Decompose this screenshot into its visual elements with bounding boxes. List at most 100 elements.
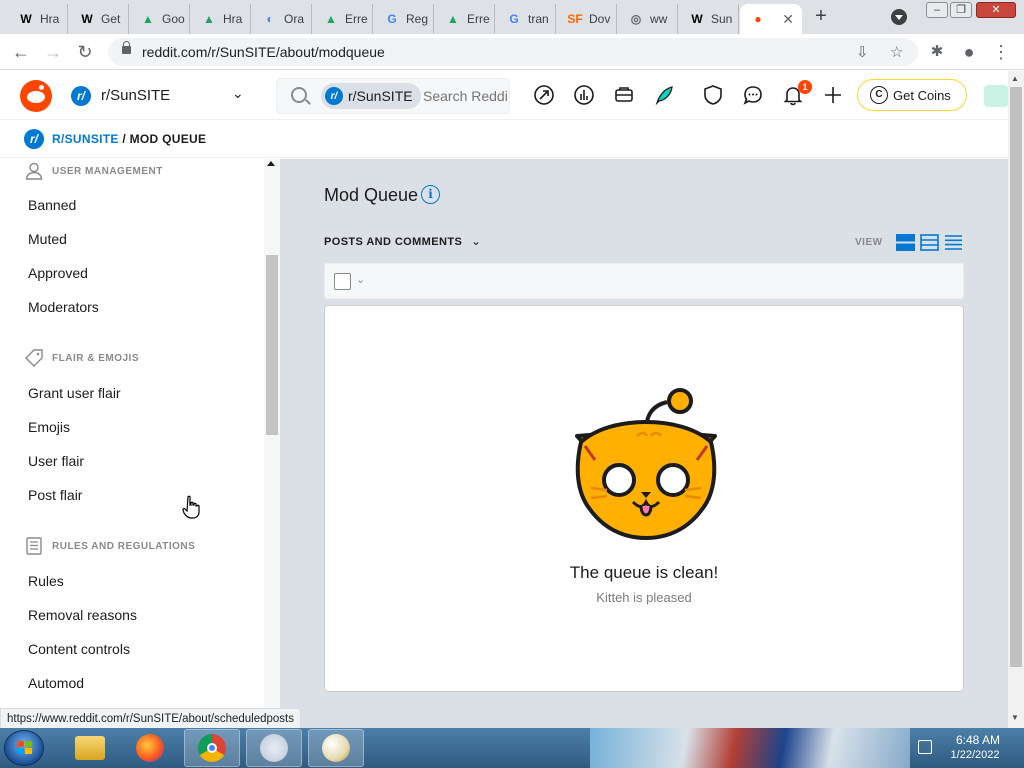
browser-tab[interactable]: SF Dov (557, 4, 617, 34)
chevron-down-icon[interactable]: ⌄ (356, 273, 365, 286)
clock-date[interactable]: 1/22/2022 (942, 749, 1008, 761)
chrome-menu-icon[interactable]: ⋮ (990, 42, 1012, 62)
browser-tab[interactable]: W Hra (8, 4, 68, 34)
sidebar-item-emojis[interactable]: Emojis (28, 419, 70, 435)
reload-icon[interactable]: ↻ (74, 42, 96, 62)
browser-tab[interactable]: Gtran (496, 4, 556, 34)
sidebar-item-removal-reasons[interactable]: Removal reasons (28, 607, 137, 623)
mod-queue-main: Mod Queue i POSTS AND COMMENTS ⌄ VIEW ⌄ (280, 159, 1008, 729)
sidebar-item-automod[interactable]: Automod (28, 675, 84, 691)
search-box[interactable]: r/ r/SunSITE (276, 78, 510, 114)
user-avatar[interactable] (984, 85, 1008, 107)
browser-tab[interactable]: ● ✕ (740, 4, 802, 34)
browser-tab[interactable]: ▲ Hra (191, 4, 251, 34)
browser-tab[interactable]: ◎ ww (618, 4, 678, 34)
sidebar-item-post-flair[interactable]: Post flair (28, 487, 82, 503)
browser-tab[interactable]: G Reg (374, 4, 434, 34)
network-icon[interactable] (918, 740, 932, 754)
card-view-icon[interactable] (896, 234, 915, 251)
bookmark-star-icon[interactable]: ☆ (890, 43, 903, 61)
select-all-checkbox[interactable] (334, 273, 351, 290)
chevron-down-icon[interactable]: ⌄ (232, 85, 244, 102)
tab-search-icon[interactable] (891, 9, 907, 25)
info-icon[interactable]: i (421, 185, 440, 204)
close-tab-icon[interactable]: ✕ (782, 11, 794, 28)
browser-tab[interactable]: ▲ Erre (313, 4, 373, 34)
profile-icon[interactable]: ● (958, 42, 980, 62)
empty-state-title: The queue is clean! (569, 563, 719, 582)
back-icon[interactable]: ← (10, 42, 32, 62)
file-explorer-taskbar-icon[interactable] (62, 729, 118, 767)
chrome-taskbar-icon[interactable] (184, 729, 240, 767)
chevron-down-icon[interactable]: ⌄ (471, 234, 481, 248)
close-window-button[interactable]: ✕ (976, 2, 1016, 18)
mod-tools-icon[interactable] (613, 84, 635, 106)
restore-button[interactable]: ❐ (950, 2, 972, 18)
popular-icon[interactable] (533, 84, 555, 106)
windows-start-button[interactable] (4, 730, 44, 766)
page-scrollbar[interactable]: ▲ ▼ (1008, 71, 1024, 728)
scroll-up-arrow-icon[interactable]: ▲ (1011, 74, 1019, 83)
search-input[interactable] (423, 88, 507, 104)
sidebar-item-banned[interactable]: Banned (28, 197, 76, 213)
tab-title: Get (101, 12, 121, 26)
forward-icon[interactable]: → (42, 42, 64, 62)
url-text[interactable]: reddit.com/r/SunSITE/about/modqueue (142, 44, 385, 60)
paint-taskbar-icon[interactable] (308, 729, 364, 767)
reddit-icon: ● (754, 12, 762, 26)
sidebar-scrollbar-thumb[interactable] (266, 255, 278, 435)
search-icon (291, 87, 307, 103)
browser-tab[interactable]: W Get (69, 4, 129, 34)
scroll-down-arrow-icon[interactable]: ▼ (1011, 713, 1019, 722)
lock-icon[interactable] (122, 41, 131, 54)
page-scrollbar-thumb[interactable] (1010, 87, 1022, 667)
omnibox[interactable]: reddit.com/r/SunSITE/about/modqueue ⇩ ☆ (108, 38, 918, 66)
compact-view-icon[interactable] (944, 234, 963, 251)
clock-time[interactable]: 6:48 AM (948, 733, 1008, 747)
google-icon: G (509, 12, 519, 26)
install-app-icon[interactable]: ⇩ (856, 43, 869, 61)
quill-icon[interactable] (653, 84, 675, 106)
sidebar-item-content-controls[interactable]: Content controls (28, 641, 130, 657)
browser-tab[interactable]: ▲ Goo (130, 4, 190, 34)
tab-title: Goo (162, 12, 185, 26)
google-drive-icon: ▲ (142, 12, 154, 26)
new-tab-button[interactable]: + (810, 6, 832, 28)
breadcrumb-community-link[interactable]: R/SUNSITE (52, 132, 119, 146)
community-icon[interactable]: r/ (24, 129, 44, 149)
snipping-tool-taskbar-icon[interactable] (246, 729, 302, 767)
scroll-up-arrow-icon[interactable] (267, 161, 275, 166)
sidebar-item-grant-user-flair[interactable]: Grant user flair (28, 385, 121, 401)
sidebar-item-rules[interactable]: Rules (28, 573, 64, 589)
browser-tab-strip: W Hra W Get ▲ Goo ▲ Hra ◐ Ora ▲ Erre G Reg ▲ Erre Gtran S… (0, 0, 1024, 34)
community-icon[interactable]: r/ (71, 86, 91, 106)
chat-icon[interactable] (742, 84, 764, 106)
wallpaper-strip (590, 728, 910, 768)
get-coins-button[interactable]: C Get Coins (857, 79, 967, 111)
shield-icon[interactable] (702, 84, 724, 106)
google-drive-icon: ▲ (203, 12, 215, 26)
sidebar-item-muted[interactable]: Muted (28, 231, 67, 247)
sidebar-scrollbar[interactable] (264, 159, 280, 729)
create-post-icon[interactable] (822, 84, 844, 106)
tab-title: Hra (40, 12, 60, 26)
community-selector-label[interactable]: r/SunSITE (101, 87, 170, 104)
sidebar-item-user-flair[interactable]: User flair (28, 453, 84, 469)
sidebar-item-approved[interactable]: Approved (28, 265, 88, 281)
sidebar-item-moderators[interactable]: Moderators (28, 299, 99, 315)
bulk-action-toolbar: ⌄ (324, 263, 964, 299)
extensions-icon[interactable]: ✱ (926, 42, 948, 62)
stats-icon[interactable] (573, 84, 595, 106)
coin-icon: C (870, 86, 888, 104)
hand-cursor-icon (182, 495, 200, 519)
classic-view-icon[interactable] (920, 234, 939, 251)
search-community-chip[interactable]: r/ r/SunSITE (321, 83, 421, 109)
notification-count-badge: 1 (798, 80, 812, 94)
firefox-taskbar-icon[interactable] (122, 729, 178, 767)
browser-tab[interactable]: W Sun (679, 4, 739, 34)
content-filter-dropdown[interactable]: POSTS AND COMMENTS (324, 236, 462, 248)
reddit-logo-icon[interactable] (20, 80, 52, 112)
browser-tab[interactable]: ◐ Ora (252, 4, 312, 34)
minimize-button[interactable]: – (926, 2, 948, 18)
browser-tab[interactable]: ▲ Erre (435, 4, 495, 34)
